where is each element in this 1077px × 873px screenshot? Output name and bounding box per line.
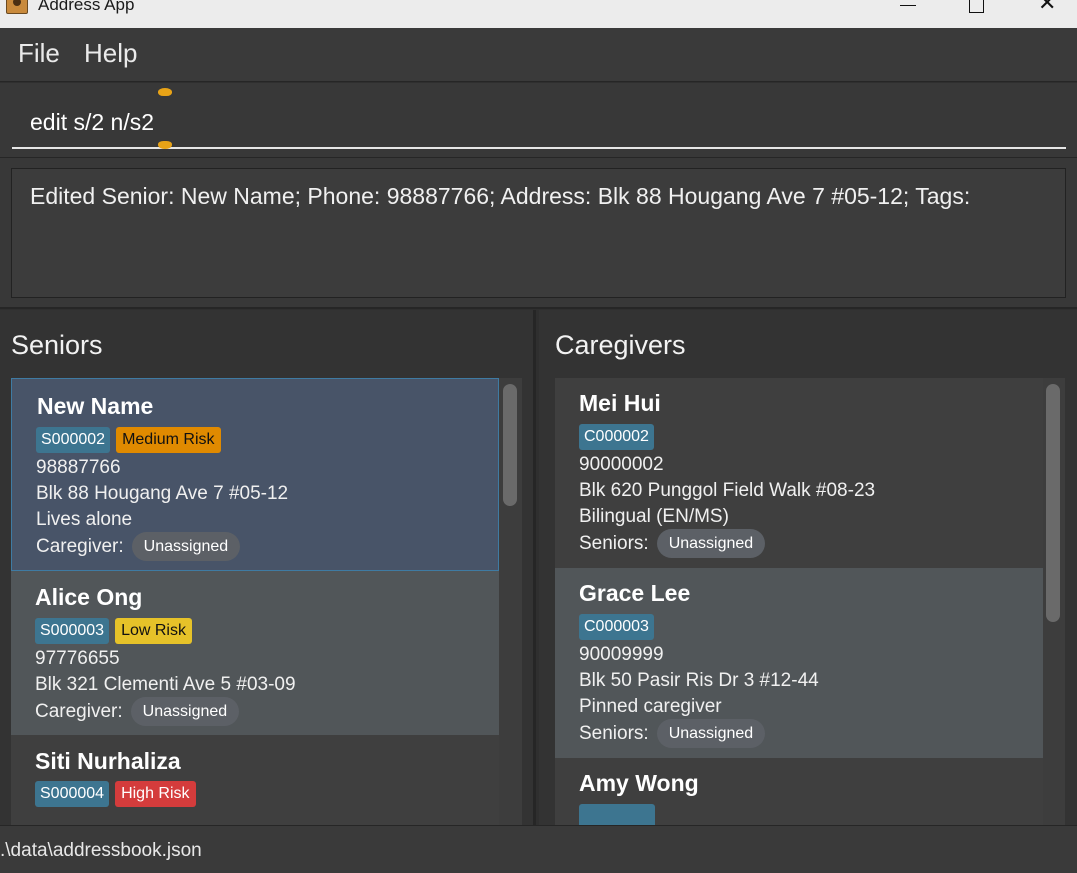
caregiver-seniors-row: Seniors: Unassigned [579,529,766,558]
result-display-area: Edited Senior: New Name; Phone: 98887766… [0,157,1077,309]
senior-id-tag: S000002 [36,427,111,453]
minimize-button[interactable] [884,0,930,22]
close-icon: ✕ [1038,0,1057,16]
seniors-panel: Seniors New Name S000002 Medium Risk 9888… [0,310,536,825]
senior-name: Alice Ong [35,584,143,610]
caregiver-badge: Unassigned [131,532,241,561]
caregiver-card[interactable]: Amy Wong [555,758,1043,825]
senior-card[interactable]: Alice Ong S000003 Low Risk 97776655 Blk 3… [11,571,499,735]
senior-id-tag: S000003 [35,618,110,644]
window-title: Address App [38,0,135,14]
caregiver-label: Caregiver: [35,700,123,722]
risk-tag: Low Risk [115,618,192,644]
seniors-label: Seniors: [579,532,649,554]
senior-phone: 97776655 [35,648,120,669]
caregiver-badge: Unassigned [130,697,240,726]
senior-tags: S000004 High Risk [35,781,196,807]
menu-bar: File Help [0,28,1077,82]
result-display[interactable]: Edited Senior: New Name; Phone: 98887766… [11,168,1066,298]
senior-id-tag: S000004 [35,781,110,807]
menu-file[interactable]: File [18,38,60,69]
close-button[interactable]: ✕ [1024,0,1070,22]
senior-note: Lives alone [36,509,133,530]
caregiver-id-tag: C000002 [579,424,654,450]
senior-tags: S000003 Low Risk [35,618,192,644]
caregiver-address: Blk 620 Punggol Field Walk #08-23 [579,480,876,501]
senior-phone: 98887766 [36,457,121,478]
caregiver-address: Blk 50 Pasir Ris Dr 3 #12-44 [579,670,819,691]
text-selection-handle-bottom[interactable] [158,141,172,149]
caregiver-tags: C000002 [579,424,654,450]
menu-help[interactable]: Help [84,38,137,69]
maximize-button[interactable] [953,0,999,22]
app-icon [6,0,28,14]
caregiver-tags: C000003 [579,614,654,640]
senior-address: Blk 321 Clementi Ave 5 #03-09 [35,674,296,695]
risk-tag: High Risk [115,781,196,807]
seniors-list[interactable]: New Name S000002 Medium Risk 98887766 Blk… [11,378,522,825]
senior-name: Siti Nurhaliza [35,748,181,774]
maximize-icon [969,0,984,13]
caregiver-card[interactable]: Grace Lee C000003 90009999 Blk 50 Pasir … [555,568,1043,758]
save-location: .\data\addressbook.json [0,840,202,861]
senior-tags: S000002 Medium Risk [36,427,221,453]
caregiver-id-tag: C000003 [579,614,654,640]
seniors-badge: Unassigned [656,529,766,558]
senior-caregiver-row: Caregiver: Unassigned [35,697,240,726]
result-text: Edited Senior: New Name; Phone: 98887766… [30,183,971,209]
senior-caregiver-row: Caregiver: Unassigned [36,532,241,561]
caregiver-name: Mei Hui [579,390,661,416]
caregivers-title: Caregivers [555,330,686,360]
caregiver-phone: 90009999 [579,644,664,665]
caregiver-seniors-row: Seniors: Unassigned [579,719,766,748]
senior-card[interactable]: New Name S000002 Medium Risk 98887766 Blk… [11,378,499,571]
text-selection-handle-top[interactable] [158,88,172,96]
caregiver-tags [579,804,655,825]
caregivers-panel: Caregivers Mei Hui C000002 90000002 Blk … [539,310,1077,825]
caregiver-card[interactable]: Mei Hui C000002 90000002 Blk 620 Punggol… [555,378,1043,568]
seniors-badge: Unassigned [656,719,766,748]
caregivers-scroll-thumb[interactable] [1046,384,1060,622]
senior-card[interactable]: Siti Nurhaliza S000004 High Risk [11,735,499,825]
senior-address: Blk 88 Hougang Ave 7 #05-12 [36,483,289,504]
caregivers-scrollbar[interactable] [1046,384,1060,821]
minimize-icon [900,5,916,6]
senior-name: New Name [37,393,154,419]
caregiver-phone: 90000002 [579,454,664,475]
risk-tag: Medium Risk [116,427,221,453]
caregivers-list[interactable]: Mei Hui C000002 90000002 Blk 620 Punggol… [555,378,1065,825]
seniors-title: Seniors [11,330,103,360]
seniors-scrollbar[interactable] [503,384,517,821]
status-bar: .\data\addressbook.json [0,825,1077,873]
caregiver-name: Grace Lee [579,580,691,606]
caregiver-name: Amy Wong [579,770,699,796]
title-bar: Address App ✕ [0,0,1077,28]
caregiver-note: Pinned caregiver [579,696,722,717]
caregiver-id-tag [579,804,655,825]
seniors-scroll-thumb[interactable] [503,384,517,506]
seniors-label: Seniors: [579,722,649,744]
caregiver-label: Caregiver: [36,535,124,557]
caregiver-note: Bilingual (EN/MS) [579,506,729,527]
